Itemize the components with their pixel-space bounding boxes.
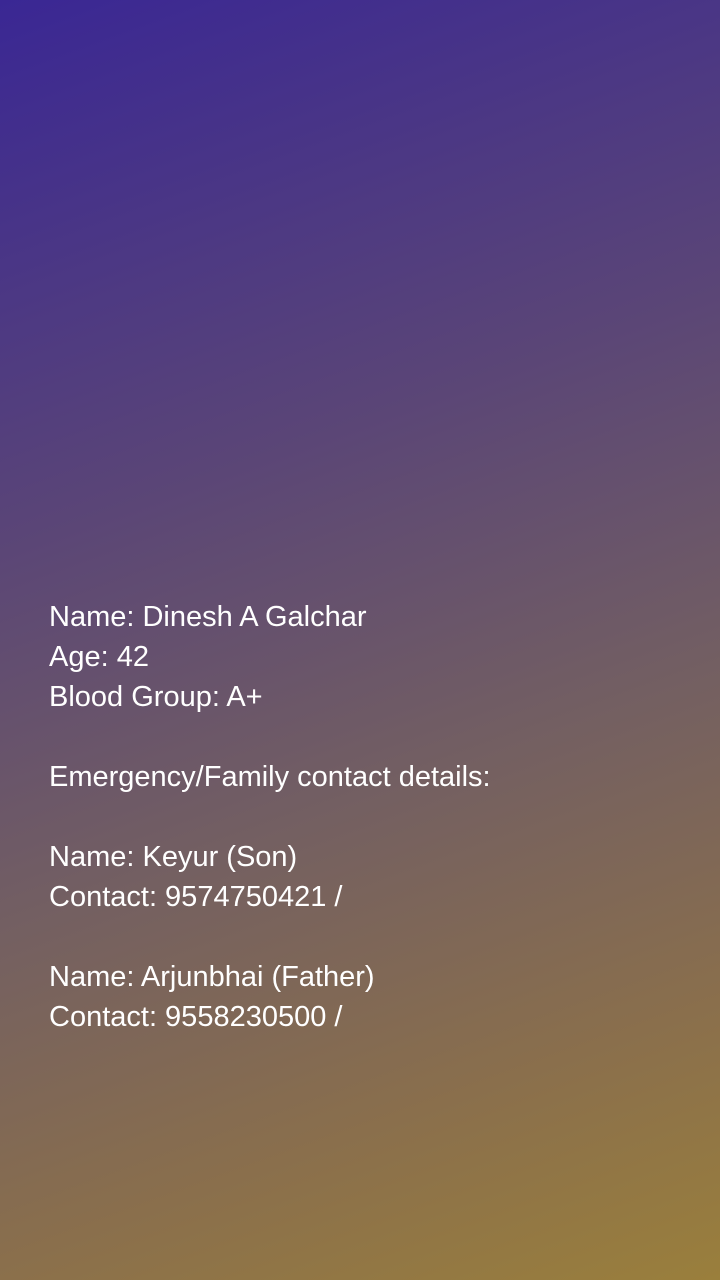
person-age: Age: 42 [49, 641, 149, 673]
contact-1-name: Name: Keyur (Son) [49, 841, 298, 873]
person-name: Name: Dinesh A Galchar [49, 601, 367, 633]
person-blood-group: Blood Group: A+ [49, 681, 263, 713]
contact-2-name: Name: Arjunbhai (Father) [49, 961, 375, 993]
contact-1-phone: Contact: 9574750421 / [49, 881, 343, 913]
emergency-info-card: Name: Dinesh A Galchar Age: 42 Blood Gro… [49, 597, 689, 1037]
contact-2-phone: Contact: 9558230500 / [49, 1001, 343, 1033]
emergency-heading: Emergency/Family contact details: [49, 761, 491, 793]
